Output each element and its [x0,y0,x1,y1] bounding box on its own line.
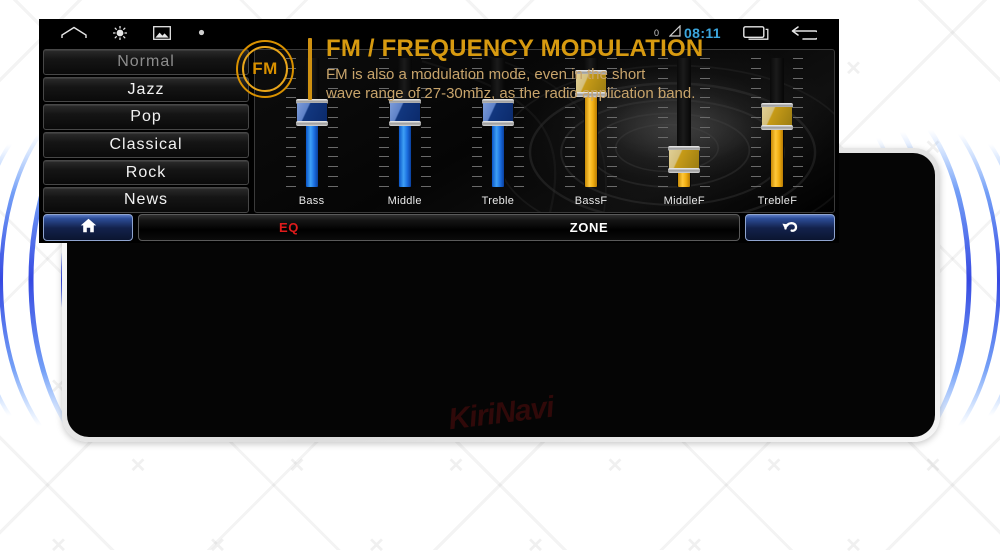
eq-slider-label: TrebleF [757,195,798,207]
back-arrow-icon [781,217,800,238]
tab-zone[interactable]: ZONE [439,220,739,235]
background-x-mark: ✕ [765,455,783,477]
page-header: FM FM / FREQUENCY MODULATION FM is also … [236,34,703,103]
eq-preset-label: Normal [117,52,175,70]
eq-knob-body [482,102,513,122]
eq-preset-pop[interactable]: Pop [43,104,249,131]
eq-knob-cap-bottom [481,120,514,126]
eq-preset-jazz[interactable]: Jazz [43,76,249,103]
eq-preset-list: Normal Jazz Pop Classical Rock News [43,49,249,214]
eq-knob-body [669,150,700,170]
eq-slider-label: Middle [387,195,422,207]
eq-preset-rock[interactable]: Rock [43,159,249,186]
mode-tab-bar: EQ ZONE [138,214,740,241]
back-arrow-icon[interactable] [791,25,817,40]
eq-knob-cap-bottom [761,125,794,131]
back-button[interactable] [745,214,835,241]
recent-apps-icon[interactable] [743,25,769,40]
eq-slider-knob[interactable] [761,103,794,131]
background-x-mark: ✕ [606,455,624,477]
brightness-icon[interactable] [113,25,127,40]
background-x-mark: ✕ [209,534,226,557]
eq-slider-fill [771,124,784,187]
background-x-mark: ✕ [368,534,385,557]
eq-slider-track-area[interactable] [731,50,824,193]
eq-slider-label: Bass [298,195,325,207]
watermark: KiriNavi [446,390,556,437]
eq-tick-marks-right [793,58,804,187]
eq-slider-fill [398,119,411,187]
page-subtitle-line2: wave range of 27-30mhz, as the radio app… [326,84,696,102]
background-x-mark: ✕ [845,57,862,80]
fm-circle-icon: FM [236,40,294,98]
eq-slider-fill [585,91,598,187]
eq-preset-label: Pop [130,108,162,126]
background-x-mark: ✕ [288,455,306,477]
eq-slider-knob[interactable] [668,146,701,174]
home-button[interactable] [43,214,133,241]
background-x-mark: ✕ [50,534,67,557]
fm-badge-text: FM [252,59,278,78]
eq-slider-label: MiddleF [663,195,705,207]
eq-preset-normal[interactable]: Normal [43,49,249,75]
background-x-mark: ✕ [924,455,942,477]
eq-knob-body [389,102,420,122]
home-outline-icon[interactable] [61,26,87,39]
background-x-mark: ✕ [447,455,465,477]
eq-slider-fill [305,119,318,187]
dot-icon[interactable] [197,28,206,37]
background-x-mark: ✕ [527,534,544,557]
eq-tick-marks-left [750,58,762,187]
eq-preset-classical[interactable]: Classical [43,132,249,158]
eq-slider-fill [491,119,504,187]
page-subtitle-line1: FM is also a modulation mode, even in th… [326,66,646,84]
eq-slider-label: BassF [574,195,608,207]
eq-knob-body [762,107,793,127]
eq-knob-cap-bottom [388,120,421,126]
eq-preset-label: Jazz [127,80,165,98]
eq-slider-treblef[interactable]: TrebleF [731,50,824,208]
eq-knob-cap-bottom [668,168,701,174]
eq-preset-label: Rock [125,163,167,181]
eq-preset-news[interactable]: News [43,187,249,214]
image-icon[interactable] [153,25,171,40]
bottom-toolbar: EQ ZONE [39,213,839,243]
page-title: FM / FREQUENCY MODULATION [326,35,704,62]
eq-knob-cap-bottom [295,120,328,126]
background-x-mark: ✕ [845,534,862,557]
eq-preset-label: Classical [109,135,183,153]
home-icon [80,218,97,238]
eq-knob-body [296,102,327,122]
background-x-mark: ✕ [686,534,703,557]
tab-eq[interactable]: EQ [139,220,439,235]
background-x-mark: ✕ [129,455,147,477]
header-divider [308,38,312,100]
eq-slider-label: Treble [481,195,515,207]
eq-preset-label: News [123,191,168,209]
